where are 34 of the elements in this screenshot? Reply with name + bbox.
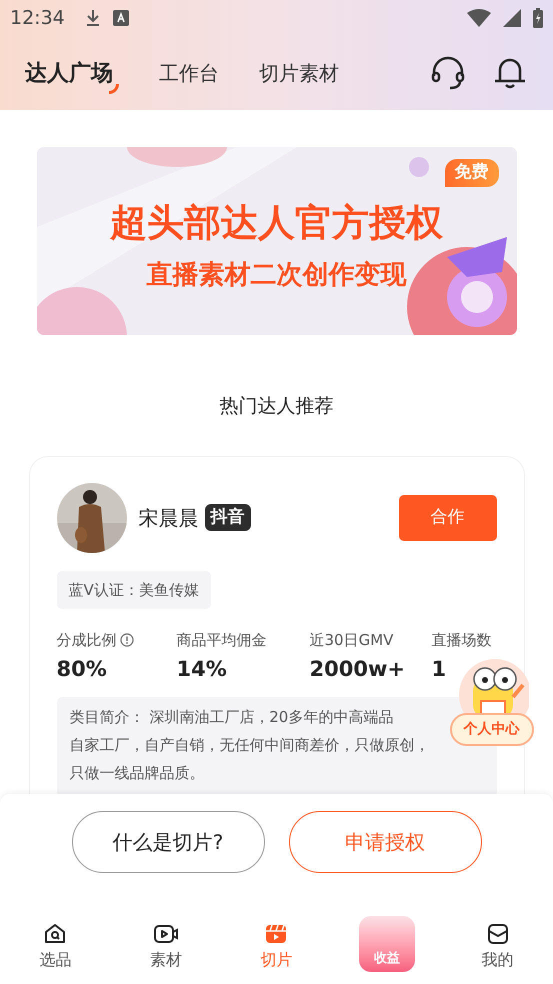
stat-label: 近30日GMV: [310, 630, 394, 651]
help-button[interactable]: 什么是切片?: [72, 811, 264, 873]
stat-value: 14%: [176, 656, 228, 682]
creator-name: 宋晨晨: [138, 504, 198, 532]
verification-tag: 蓝V认证：美鱼传媒: [56, 570, 211, 609]
banner-headline: 超头部达人官方授权: [110, 200, 443, 246]
nav-tab[interactable]: 我的: [482, 922, 514, 972]
stat-value: 2000w+: [310, 656, 406, 682]
keyboard-icon: [112, 10, 129, 26]
nav-tab[interactable]: 选品: [39, 922, 72, 972]
stat-value: 80%: [56, 656, 108, 682]
stat-label: 直播场数: [432, 630, 492, 651]
header-tab[interactable]: 工作台: [159, 58, 219, 88]
house-search-icon: [43, 922, 68, 946]
banner-subline: 直播素材二次创作变现: [146, 259, 406, 292]
stat-value: 1: [432, 656, 448, 682]
header-tab[interactable]: 切片素材: [259, 58, 339, 88]
bag-icon: [486, 922, 510, 946]
stat-label: 商品平均佣金: [176, 630, 266, 651]
battery-icon: [533, 8, 543, 28]
signal-icon: [503, 9, 521, 27]
video-camera-icon: [152, 922, 179, 946]
status-time: 12:34: [10, 6, 65, 31]
badge: 免费: [444, 159, 498, 186]
headset-icon[interactable]: [430, 56, 466, 90]
bell-icon[interactable]: [492, 56, 528, 90]
clapperboard-icon: [264, 922, 288, 946]
nav-tab[interactable]: 素材: [150, 922, 182, 972]
platform-tag: 抖音: [204, 504, 250, 532]
download-icon: [84, 9, 101, 27]
section-title: 热门达人推荐: [220, 394, 334, 419]
wifi-icon: [467, 9, 491, 27]
stat-label: 分成比例: [56, 630, 116, 651]
info-icon[interactable]: [120, 633, 134, 648]
